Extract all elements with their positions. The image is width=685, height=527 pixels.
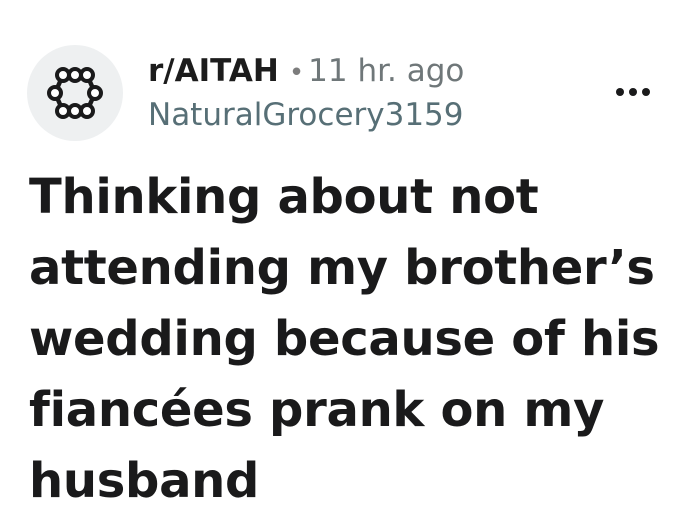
meta-separator: • — [288, 58, 305, 88]
more-options-icon-dot — [629, 88, 637, 96]
more-options-icon — [616, 88, 624, 96]
subreddit-avatar[interactable] — [27, 45, 123, 141]
post-header: r/AITAH • 11 hr. ago NaturalGrocery3159 — [27, 45, 665, 141]
post-meta: r/AITAH • 11 hr. ago NaturalGrocery3159 — [148, 51, 464, 135]
more-options-icon-dot — [642, 88, 650, 96]
subreddit-avatar-icon — [47, 67, 103, 119]
subreddit-link[interactable]: r/AITAH — [148, 53, 279, 89]
more-options-button[interactable] — [611, 79, 655, 105]
post-time: 11 hr. ago — [308, 53, 465, 89]
post-title[interactable]: Thinking about not attending my brother’… — [29, 162, 669, 517]
post-meta-line: r/AITAH • 11 hr. ago — [148, 51, 464, 93]
author-link[interactable]: NaturalGrocery3159 — [148, 95, 464, 135]
